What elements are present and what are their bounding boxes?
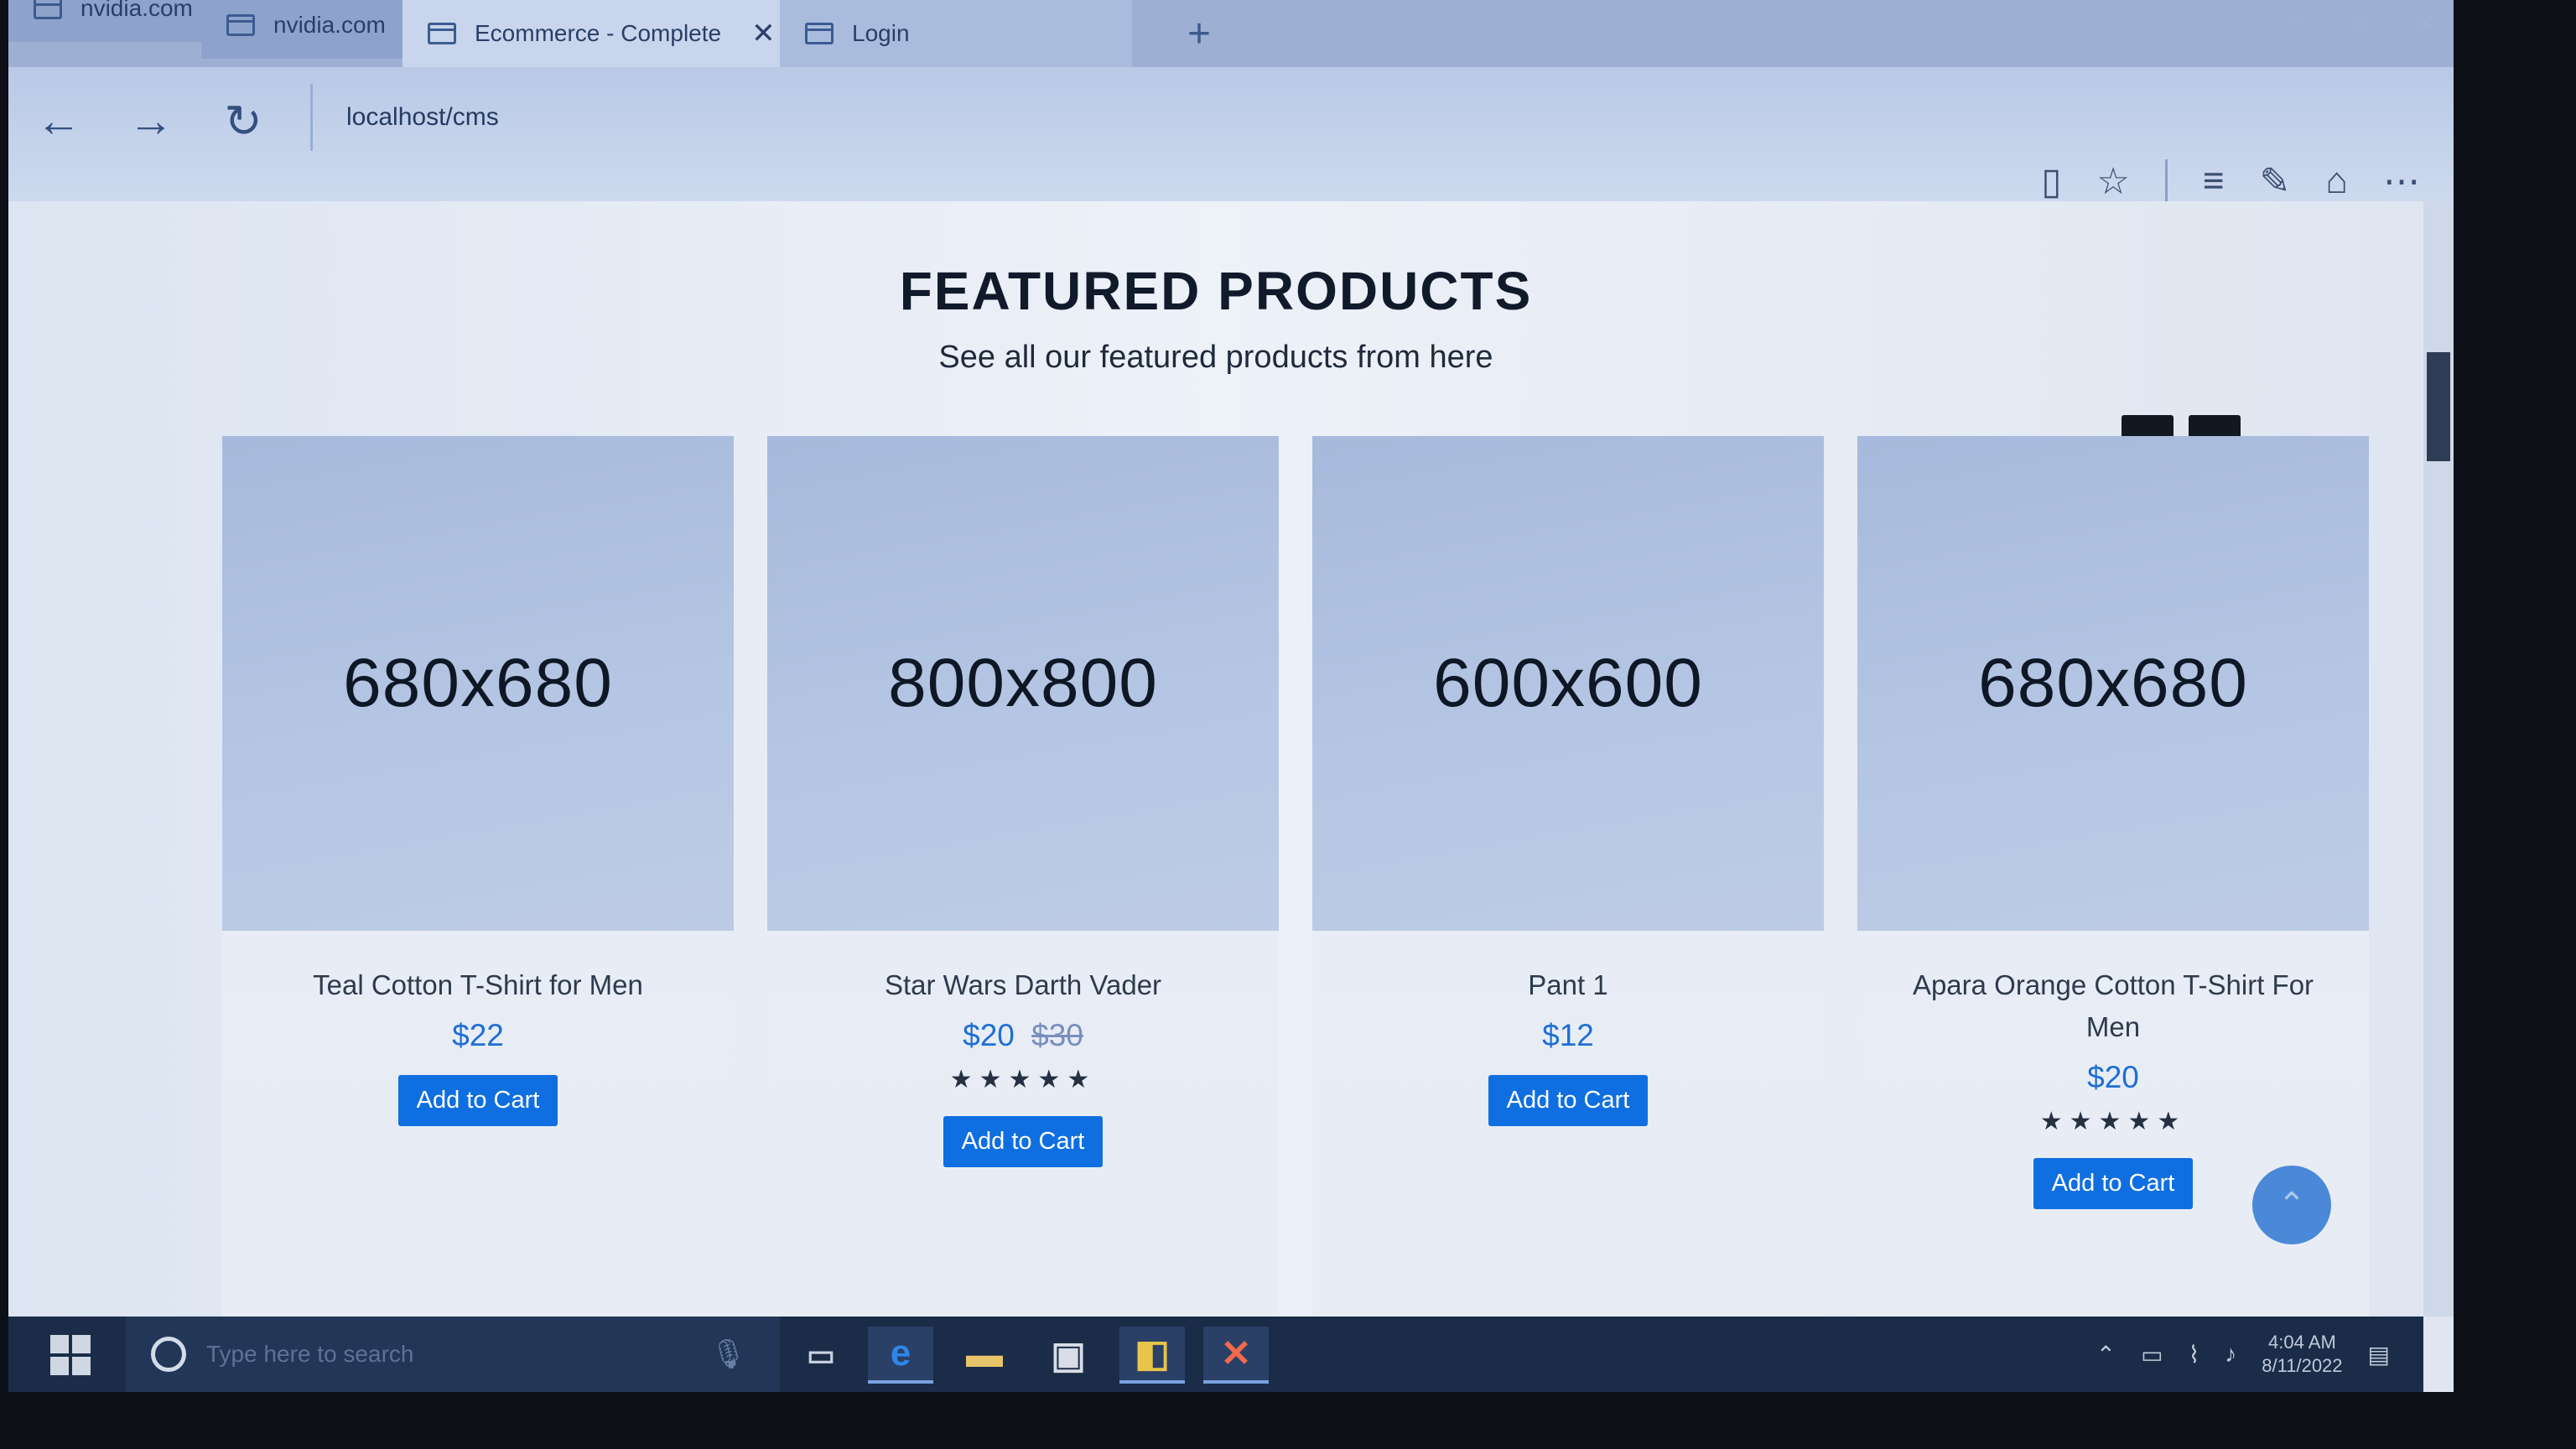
- back-to-top-button[interactable]: ⌃: [2252, 1166, 2331, 1244]
- browser-screen: nvidia.com nvidia.com Ecommerce - Comple…: [8, 0, 2454, 1392]
- tab-login[interactable]: Login: [780, 0, 1132, 67]
- forward-arrow-icon[interactable]: →: [126, 96, 176, 146]
- product-card: 800x800 Star Wars Darth Vader $20 $30 ★★…: [767, 436, 1279, 1317]
- page-icon: [805, 23, 834, 44]
- add-to-cart-button[interactable]: Add to Cart: [2033, 1158, 2194, 1209]
- network-icon[interactable]: ⌇: [2189, 1341, 2200, 1368]
- product-carousel: 680x680 Teal Cotton T-Shirt for Men $22 …: [222, 436, 2369, 1317]
- windows-start-icon[interactable]: [50, 1335, 91, 1375]
- share-icon[interactable]: ⌂: [2325, 160, 2348, 202]
- current-price: $20: [963, 1018, 1015, 1052]
- tab-label: nvidia.com: [80, 0, 193, 21]
- scrollbar-thumb[interactable]: [2427, 352, 2450, 461]
- close-window-icon[interactable]: ✕: [2418, 8, 2437, 36]
- new-tab-button[interactable]: +: [1166, 0, 1233, 67]
- edge-browser-icon[interactable]: e: [868, 1327, 933, 1384]
- product-name[interactable]: Pant 1: [1312, 964, 1824, 1006]
- page-icon: [428, 23, 456, 44]
- tab-label: Ecommerce - Complete: [475, 20, 722, 46]
- add-to-cart-button[interactable]: Add to Cart: [397, 1075, 558, 1126]
- page-title: FEATURED PRODUCTS: [899, 261, 1533, 321]
- back-arrow-icon[interactable]: ←: [34, 96, 84, 146]
- web-note-icon[interactable]: ✎: [2260, 160, 2291, 203]
- tab-strip: nvidia.com nvidia.com Ecommerce - Comple…: [8, 0, 2454, 67]
- product-image-placeholder[interactable]: 680x680: [1857, 436, 2369, 931]
- clock-date: 8/11/2022: [2262, 1355, 2343, 1376]
- volume-icon[interactable]: ♪: [2225, 1341, 2236, 1368]
- product-price: $20 $30: [767, 1018, 1279, 1053]
- product-card: 680x680 Teal Cotton T-Shirt for Men $22 …: [222, 436, 734, 1317]
- taskbar-clock[interactable]: 4:04 AM 8/11/2022: [2262, 1331, 2342, 1378]
- microphone-icon[interactable]: 🎙: [710, 1337, 746, 1371]
- battery-icon[interactable]: ▭: [2141, 1341, 2163, 1368]
- tab-ecommerce[interactable]: Ecommerce - Complete ✕: [402, 0, 780, 67]
- product-image-placeholder[interactable]: 600x600: [1312, 436, 1824, 931]
- favorite-star-icon[interactable]: ☆: [2096, 160, 2129, 203]
- window-controls: – □ ✕: [2289, 8, 2437, 36]
- sublime-text-icon[interactable]: ◧: [1119, 1327, 1185, 1384]
- url-text: localhost/cms: [346, 103, 499, 131]
- task-view-icon[interactable]: ▭: [788, 1327, 854, 1384]
- windows-taskbar: Type here to search 🎙 ▭ e ▬ ▣ ◧ ✕ ⌃ ▭ ⌇ …: [8, 1317, 2423, 1392]
- product-card: 600x600 Pant 1 $12 Add to Cart: [1312, 436, 1824, 1317]
- hub-icon[interactable]: ≡: [2203, 160, 2225, 202]
- add-to-cart-button[interactable]: Add to Cart: [1488, 1075, 1649, 1126]
- store-icon[interactable]: ▣: [1036, 1327, 1101, 1384]
- product-name[interactable]: Teal Cotton T-Shirt for Men: [222, 964, 734, 1006]
- clock-time: 4:04 AM: [2268, 1332, 2336, 1353]
- address-bar[interactable]: localhost/cms: [310, 84, 499, 151]
- file-explorer-icon[interactable]: ▬: [952, 1327, 1017, 1384]
- tab-label: nvidia.com: [273, 12, 386, 38]
- current-price: $22: [452, 1018, 504, 1052]
- product-image-placeholder[interactable]: 680x680: [222, 436, 734, 931]
- product-price: $22: [222, 1018, 734, 1053]
- current-price: $12: [1542, 1018, 1594, 1052]
- navigation-bar: ← → ↻ localhost/cms ▯ ☆ ≡ ✎ ⌂ ⋯: [8, 67, 2454, 203]
- notifications-icon[interactable]: ▤: [2368, 1341, 2390, 1368]
- page-subtitle: See all our featured products from here: [938, 340, 1493, 375]
- close-tab-icon[interactable]: ✕: [751, 17, 776, 50]
- more-icon[interactable]: ⋯: [2383, 160, 2420, 203]
- browser-toolbar: ▯ ☆ ≡ ✎ ⌂ ⋯: [2041, 159, 2420, 203]
- tab-nvidia-2[interactable]: nvidia.com: [201, 0, 402, 59]
- cortana-icon[interactable]: [151, 1337, 186, 1372]
- product-price: $12: [1312, 1018, 1824, 1053]
- page-icon: [34, 0, 62, 19]
- reading-view-icon[interactable]: ▯: [2041, 160, 2061, 203]
- refresh-icon[interactable]: ↻: [218, 96, 268, 147]
- search-placeholder: Type here to search: [206, 1341, 414, 1367]
- xampp-icon[interactable]: ✕: [1203, 1327, 1269, 1384]
- rating-stars: ★★★★★: [949, 1066, 1097, 1093]
- taskbar-search-box[interactable]: Type here to search 🎙: [126, 1317, 780, 1392]
- old-price: $30: [1031, 1018, 1083, 1052]
- page-icon: [226, 14, 255, 36]
- toolbar-separator: [2164, 159, 2168, 203]
- tab-label: Login: [852, 20, 910, 46]
- maximize-icon[interactable]: □: [2353, 8, 2367, 36]
- minimize-icon[interactable]: –: [2289, 8, 2303, 36]
- page-content: FEATURED PRODUCTS See all our featured p…: [8, 201, 2423, 1317]
- product-name[interactable]: Apara Orange Cotton T-Shirt For Men: [1857, 964, 2369, 1048]
- add-to-cart-button[interactable]: Add to Cart: [943, 1116, 1104, 1167]
- product-name[interactable]: Star Wars Darth Vader: [767, 964, 1279, 1006]
- chevron-up-icon[interactable]: ⌃: [2096, 1341, 2116, 1368]
- current-price: $20: [2087, 1060, 2139, 1094]
- system-tray: ⌃ ▭ ⌇ ♪ 4:04 AM 8/11/2022 ▤: [2096, 1317, 2390, 1392]
- product-price: $20: [1857, 1060, 2369, 1095]
- product-image-placeholder[interactable]: 800x800: [767, 436, 1279, 931]
- rating-stars: ★★★★★: [2039, 1108, 2187, 1135]
